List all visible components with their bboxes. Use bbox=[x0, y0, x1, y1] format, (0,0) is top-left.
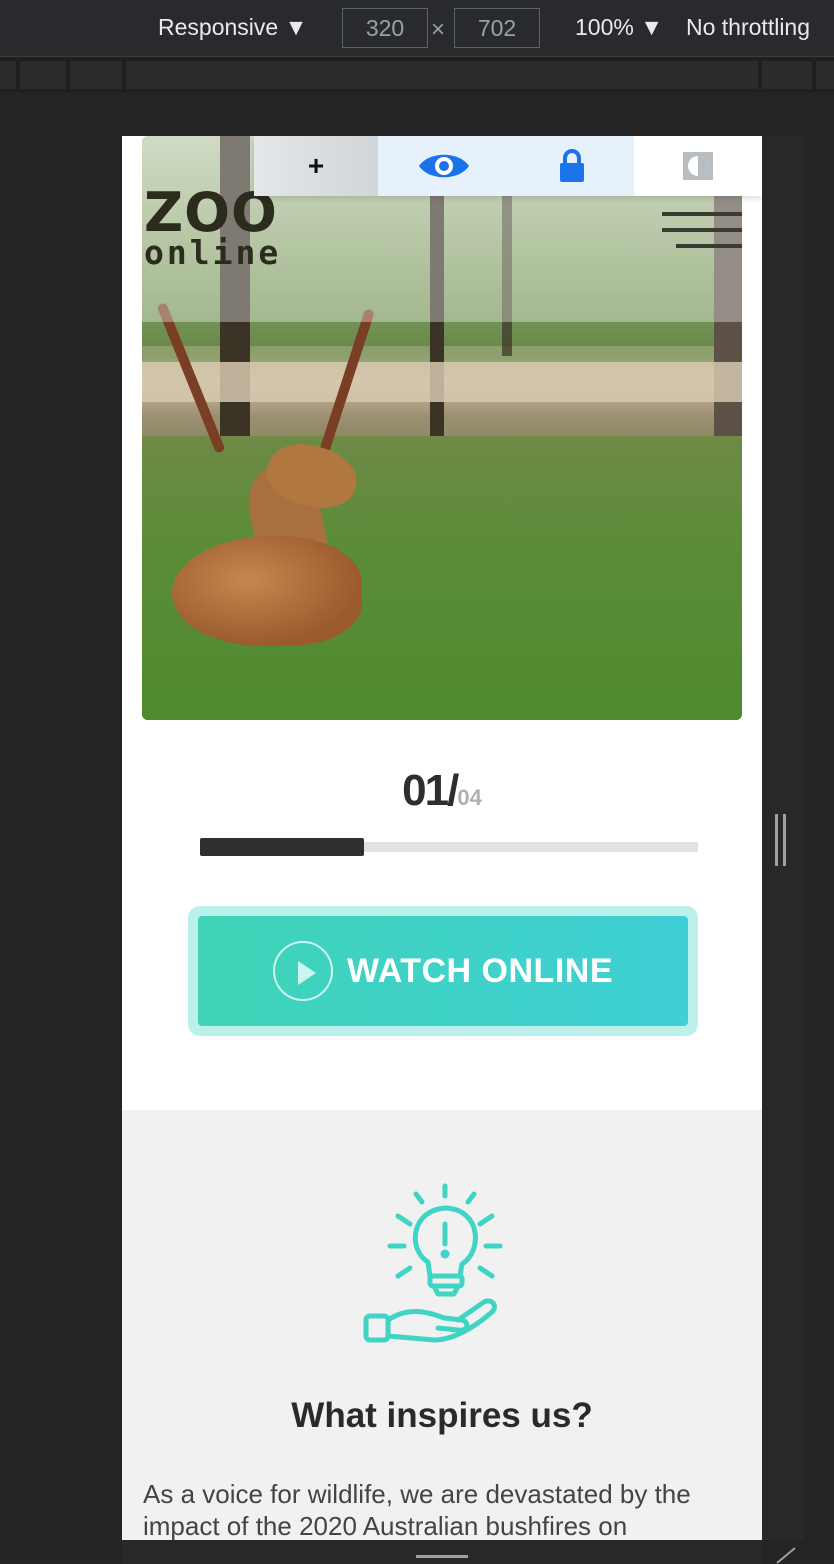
dirt-path bbox=[142, 362, 742, 402]
viewport-height-input[interactable]: 702 bbox=[454, 8, 540, 48]
media-query-segment[interactable] bbox=[20, 61, 66, 89]
slide-counter: 01/04 bbox=[122, 766, 762, 816]
media-query-segment[interactable] bbox=[126, 61, 758, 89]
play-icon bbox=[272, 941, 333, 1001]
media-query-bar bbox=[0, 56, 834, 92]
inspire-title: What inspires us? bbox=[291, 1396, 593, 1435]
watch-online-label: WATCH ONLINE bbox=[346, 951, 613, 990]
contrast-icon bbox=[683, 152, 713, 180]
high-visibility-button[interactable] bbox=[378, 136, 510, 196]
deer-body bbox=[172, 536, 362, 646]
viewport-width-input[interactable]: 320 bbox=[342, 8, 428, 48]
throttling-select[interactable]: No throttling bbox=[686, 14, 810, 41]
lock-icon bbox=[560, 149, 584, 182]
media-query-segment[interactable] bbox=[816, 61, 834, 89]
media-query-segment[interactable] bbox=[762, 61, 812, 89]
site-logo[interactable]: ZOO online bbox=[144, 186, 282, 272]
resize-handle-right[interactable] bbox=[775, 814, 789, 866]
inspire-section: What inspires us? As a voice for wildlif… bbox=[122, 1110, 762, 1540]
resize-rail-bottom bbox=[122, 1540, 762, 1564]
devtools-device-toolbar: Responsive ▼ 320 × 702 100% ▼ No throttl… bbox=[0, 0, 834, 56]
inspire-body: As a voice for wildlife, we are devastat… bbox=[143, 1479, 691, 1540]
lock-button[interactable] bbox=[510, 136, 634, 196]
lightbulb-hand-icon bbox=[363, 1183, 503, 1343]
dimension-separator: × bbox=[431, 16, 446, 43]
menu-hamburger-icon[interactable] bbox=[662, 212, 742, 252]
eye-icon bbox=[419, 154, 469, 178]
media-query-segment[interactable] bbox=[0, 61, 16, 89]
media-query-segment[interactable] bbox=[70, 61, 122, 89]
resize-corner-handle[interactable] bbox=[775, 1546, 797, 1564]
zoom-in-button[interactable]: + bbox=[254, 136, 378, 196]
device-select[interactable]: Responsive ▼ bbox=[158, 14, 307, 41]
plus-icon: + bbox=[307, 150, 325, 181]
page-viewport: ZOO online + 01/04 WATCH ONLINE What ins… bbox=[122, 136, 762, 1540]
contrast-button[interactable] bbox=[634, 136, 762, 196]
accessibility-toolbar: + bbox=[254, 136, 762, 196]
logo-online-text: online bbox=[144, 233, 282, 272]
slide-progress-fill bbox=[200, 838, 365, 856]
slide-progress-bar[interactable] bbox=[200, 838, 698, 856]
slide-current: 01/ bbox=[402, 766, 459, 815]
watch-online-button[interactable]: WATCH ONLINE bbox=[198, 916, 688, 1026]
zoom-select[interactable]: 100% ▼ bbox=[575, 14, 663, 41]
slide-total: 04 bbox=[457, 785, 482, 810]
resize-handle-bottom[interactable] bbox=[416, 1555, 468, 1558]
